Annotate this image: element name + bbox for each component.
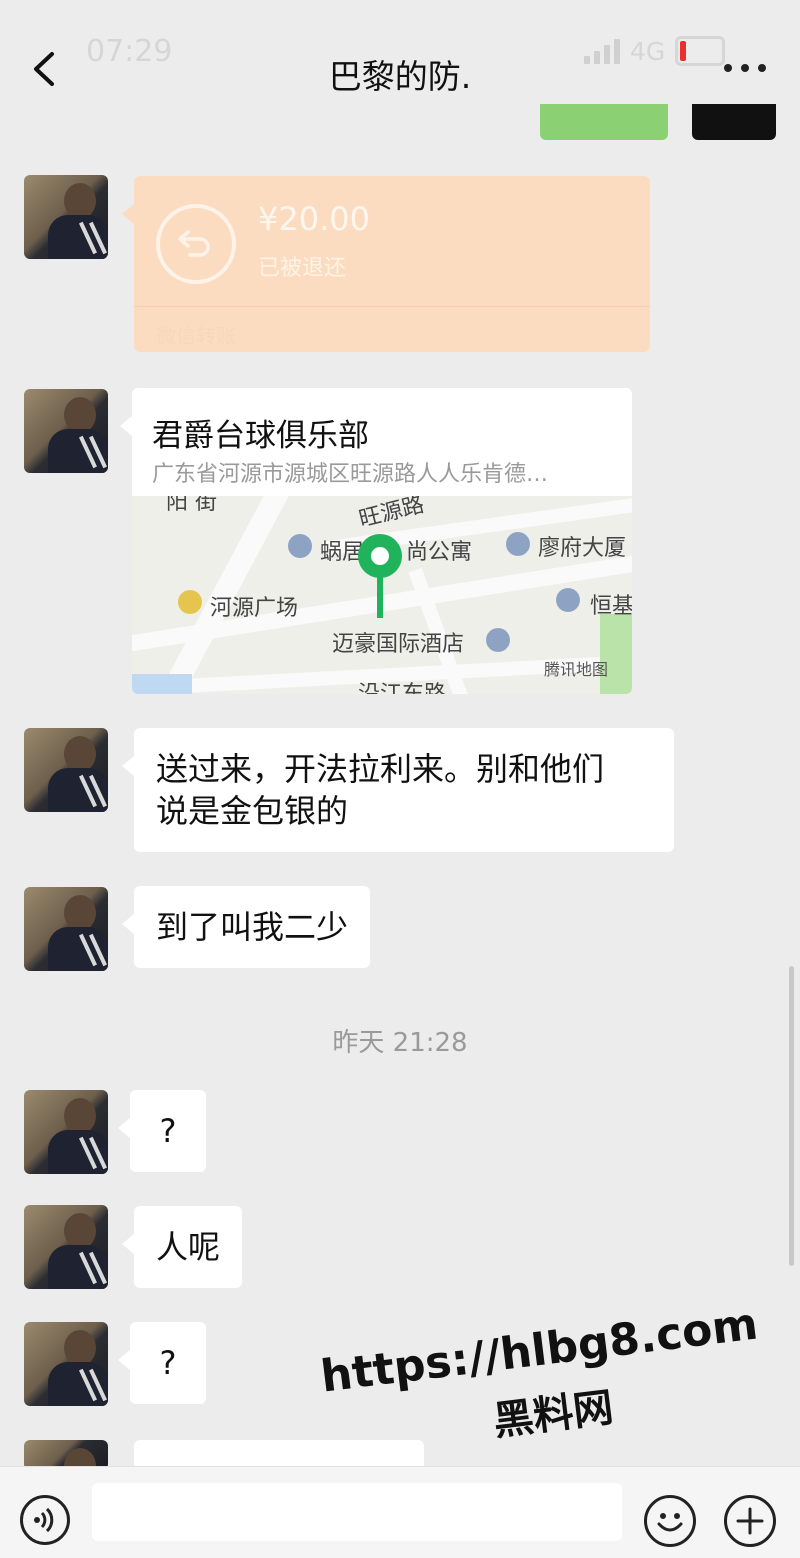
- building-icon: [556, 588, 580, 612]
- message-bubble[interactable]: ?: [118, 1090, 206, 1172]
- avatar[interactable]: [24, 1322, 108, 1406]
- map-label: 恒基: [590, 594, 632, 619]
- watermark: https://hlbg8.com 黑料网: [318, 1298, 772, 1491]
- avatar[interactable]: [24, 887, 108, 971]
- avatar[interactable]: [24, 175, 108, 259]
- message-timestamp: 昨天 21:28: [332, 1028, 468, 1058]
- more-options-button[interactable]: [722, 56, 768, 80]
- map-label: 尚公寓: [406, 540, 473, 565]
- avatar[interactable]: [24, 1090, 108, 1174]
- voice-input-button[interactable]: [20, 1495, 70, 1545]
- battery-icon: [675, 36, 726, 66]
- avatar[interactable]: [24, 389, 108, 473]
- map-park-area: [600, 614, 632, 694]
- hotel-icon: [288, 534, 312, 558]
- emoji-button[interactable]: [644, 1495, 696, 1547]
- network-type: 4G: [630, 36, 666, 66]
- signal-icon: [584, 38, 620, 64]
- map-label: 阳 街: [166, 496, 217, 515]
- transfer-card[interactable]: ¥20.00 已被退还 微信转账: [122, 176, 650, 352]
- chat-header: 07:29 巴黎的防. 4G: [0, 0, 800, 112]
- avatar[interactable]: [24, 1205, 108, 1289]
- message-bubble[interactable]: 人呢: [121, 1206, 243, 1288]
- location-address: 广东省河源市源城区旺源路人人乐肯德…: [152, 462, 549, 487]
- location-map[interactable]: 阳 街 旺源路 蜗居 尚公寓 廖府大厦 河源广场 恒基 迈豪国际酒店 腾讯地图 …: [132, 496, 632, 694]
- watermark-name: 黑料网: [491, 1384, 616, 1445]
- map-label: 廖府大厦: [538, 536, 627, 561]
- message-bubble[interactable]: 到了叫我二少: [121, 886, 371, 968]
- map-label: 河源广场: [210, 596, 299, 621]
- message-input[interactable]: [92, 1483, 622, 1541]
- sent-image-thumbnail[interactable]: [692, 104, 776, 140]
- status-indicators: 4G: [584, 36, 726, 66]
- map-water-area: [132, 674, 192, 694]
- message-bubble[interactable]: 送过来，开法拉利来。别和他们 说是金包银的: [122, 728, 674, 852]
- avatar[interactable]: [24, 728, 108, 812]
- transfer-source: 微信转账: [156, 324, 236, 348]
- bubble-tail: [120, 416, 132, 436]
- sent-message-bubble[interactable]: [540, 104, 668, 140]
- location-name: 君爵台球俱乐部: [152, 418, 369, 454]
- location-card[interactable]: 君爵台球俱乐部 广东省河源市源城区旺源路人人乐肯德… 阳 街 旺源路 蜗居 尚公…: [132, 388, 632, 694]
- map-provider: 腾讯地图: [544, 660, 609, 679]
- transfer-status: 已被退还: [258, 256, 347, 281]
- building-icon: [506, 532, 530, 556]
- transfer-return-icon: [156, 204, 236, 284]
- scrollbar[interactable]: [789, 966, 794, 1266]
- plus-icon: [736, 1507, 764, 1535]
- hotel-icon: [486, 628, 510, 652]
- transfer-divider: [134, 306, 650, 307]
- transfer-amount: ¥20.00: [258, 200, 370, 238]
- map-label: 沿江东路: [358, 676, 446, 694]
- map-label: 迈豪国际酒店: [332, 632, 465, 657]
- emoji-icon: [657, 1513, 683, 1532]
- message-bubble[interactable]: ?: [118, 1322, 206, 1404]
- more-functions-button[interactable]: [724, 1495, 776, 1547]
- location-pin-icon: [358, 534, 402, 618]
- square-icon: [178, 590, 202, 614]
- voice-icon: [34, 1507, 54, 1533]
